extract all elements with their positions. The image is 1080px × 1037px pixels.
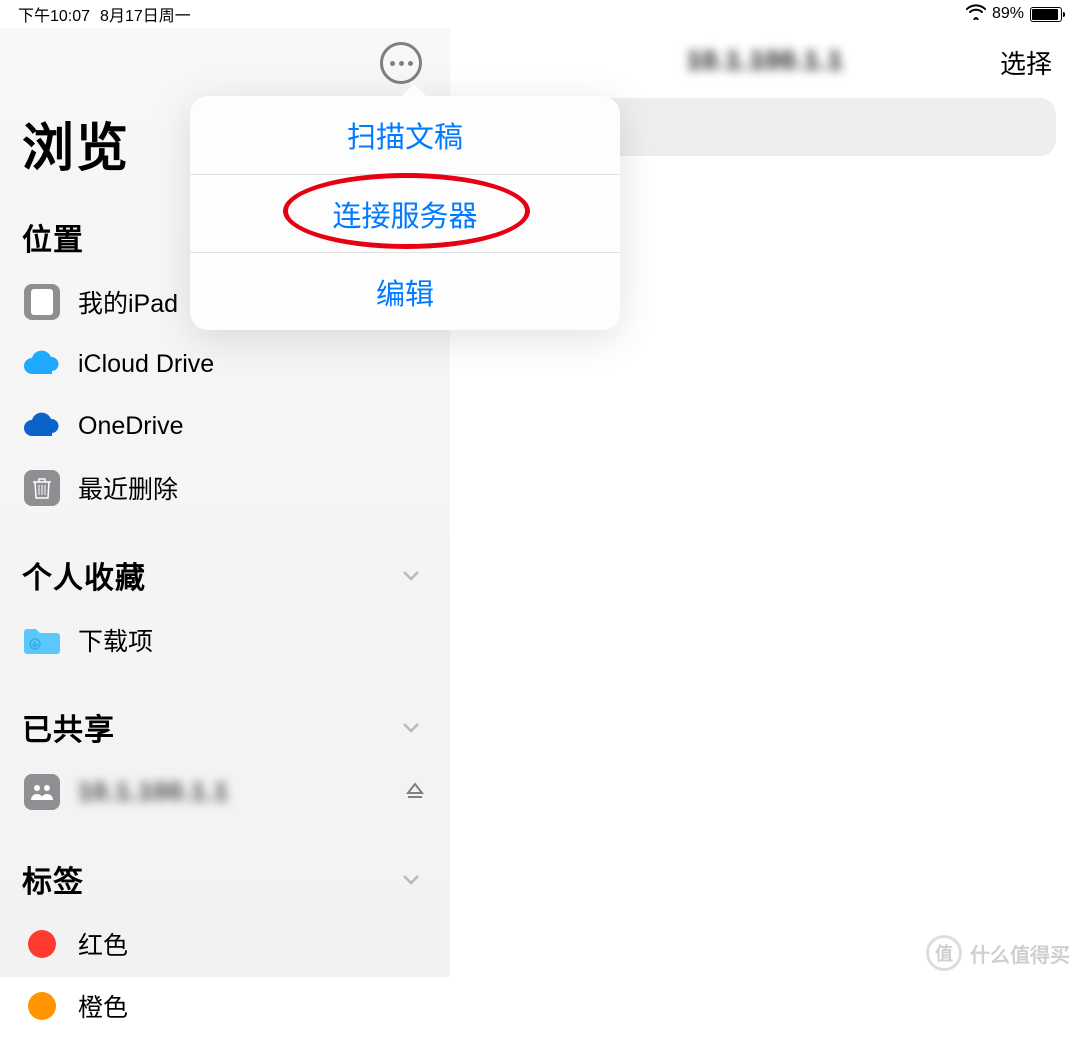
status-date: 8月17日周一 (100, 2, 191, 26)
chevron-down-icon (400, 868, 422, 890)
tag-label: 橙色 (78, 988, 128, 1024)
battery-icon (1030, 7, 1062, 22)
favorite-downloads[interactable]: 下载项 (0, 609, 450, 671)
battery-percent: 89% (992, 5, 1024, 23)
eject-icon[interactable] (404, 779, 426, 806)
shared-label: 10.1.100.1.1 (78, 778, 229, 807)
tag-red[interactable]: 红色 (0, 913, 450, 975)
toolbar-title: 10.1.100.1.1 (687, 45, 844, 76)
location-label: 最近删除 (78, 470, 178, 506)
watermark: 值 什么值得买 (926, 935, 1070, 971)
onedrive-icon (22, 406, 62, 446)
location-label: OneDrive (78, 412, 184, 441)
tag-label: 红色 (78, 926, 128, 962)
watermark-badge: 值 (926, 935, 962, 971)
tags-header[interactable]: 标签 (0, 845, 450, 913)
more-popover: 扫描文稿 连接服务器 编辑 (190, 96, 620, 330)
favorites-title: 个人收藏 (22, 553, 146, 597)
people-icon (22, 772, 62, 812)
wifi-icon (966, 4, 986, 25)
location-icloud[interactable]: iCloud Drive (0, 333, 450, 395)
location-onedrive[interactable]: OneDrive (0, 395, 450, 457)
chevron-down-icon (400, 716, 422, 738)
status-time: 下午10:07 (18, 2, 90, 26)
icloud-icon (22, 344, 62, 384)
shared-server[interactable]: 10.1.100.1.1 (0, 761, 450, 823)
more-button[interactable] (380, 42, 422, 84)
popover-connect-server[interactable]: 连接服务器 (190, 174, 620, 252)
tag-dot-icon (22, 986, 62, 1026)
location-label: iCloud Drive (78, 350, 214, 379)
trash-icon (22, 468, 62, 508)
folder-icon (22, 620, 62, 660)
select-button[interactable]: 选择 (1000, 44, 1052, 81)
location-label: 我的iPad (78, 284, 178, 320)
locations-title: 位置 (22, 215, 84, 259)
favorite-label: 下载项 (78, 622, 153, 658)
ipad-icon (22, 282, 62, 322)
tag-dot-icon (22, 924, 62, 964)
popover-edit[interactable]: 编辑 (190, 252, 620, 330)
shared-title: 已共享 (22, 705, 115, 749)
chevron-down-icon (400, 564, 422, 586)
favorites-header[interactable]: 个人收藏 (0, 541, 450, 609)
watermark-text: 什么值得买 (970, 939, 1070, 968)
location-recently-deleted[interactable]: 最近删除 (0, 457, 450, 519)
tag-orange[interactable]: 橙色 (0, 975, 450, 1037)
toolbar: 10.1.100.1.1 选择 (450, 28, 1080, 92)
tags-title: 标签 (22, 857, 84, 901)
status-bar: 下午10:07 8月17日周一 89% (0, 0, 1080, 28)
popover-scan-documents[interactable]: 扫描文稿 (190, 96, 620, 174)
shared-header[interactable]: 已共享 (0, 693, 450, 761)
